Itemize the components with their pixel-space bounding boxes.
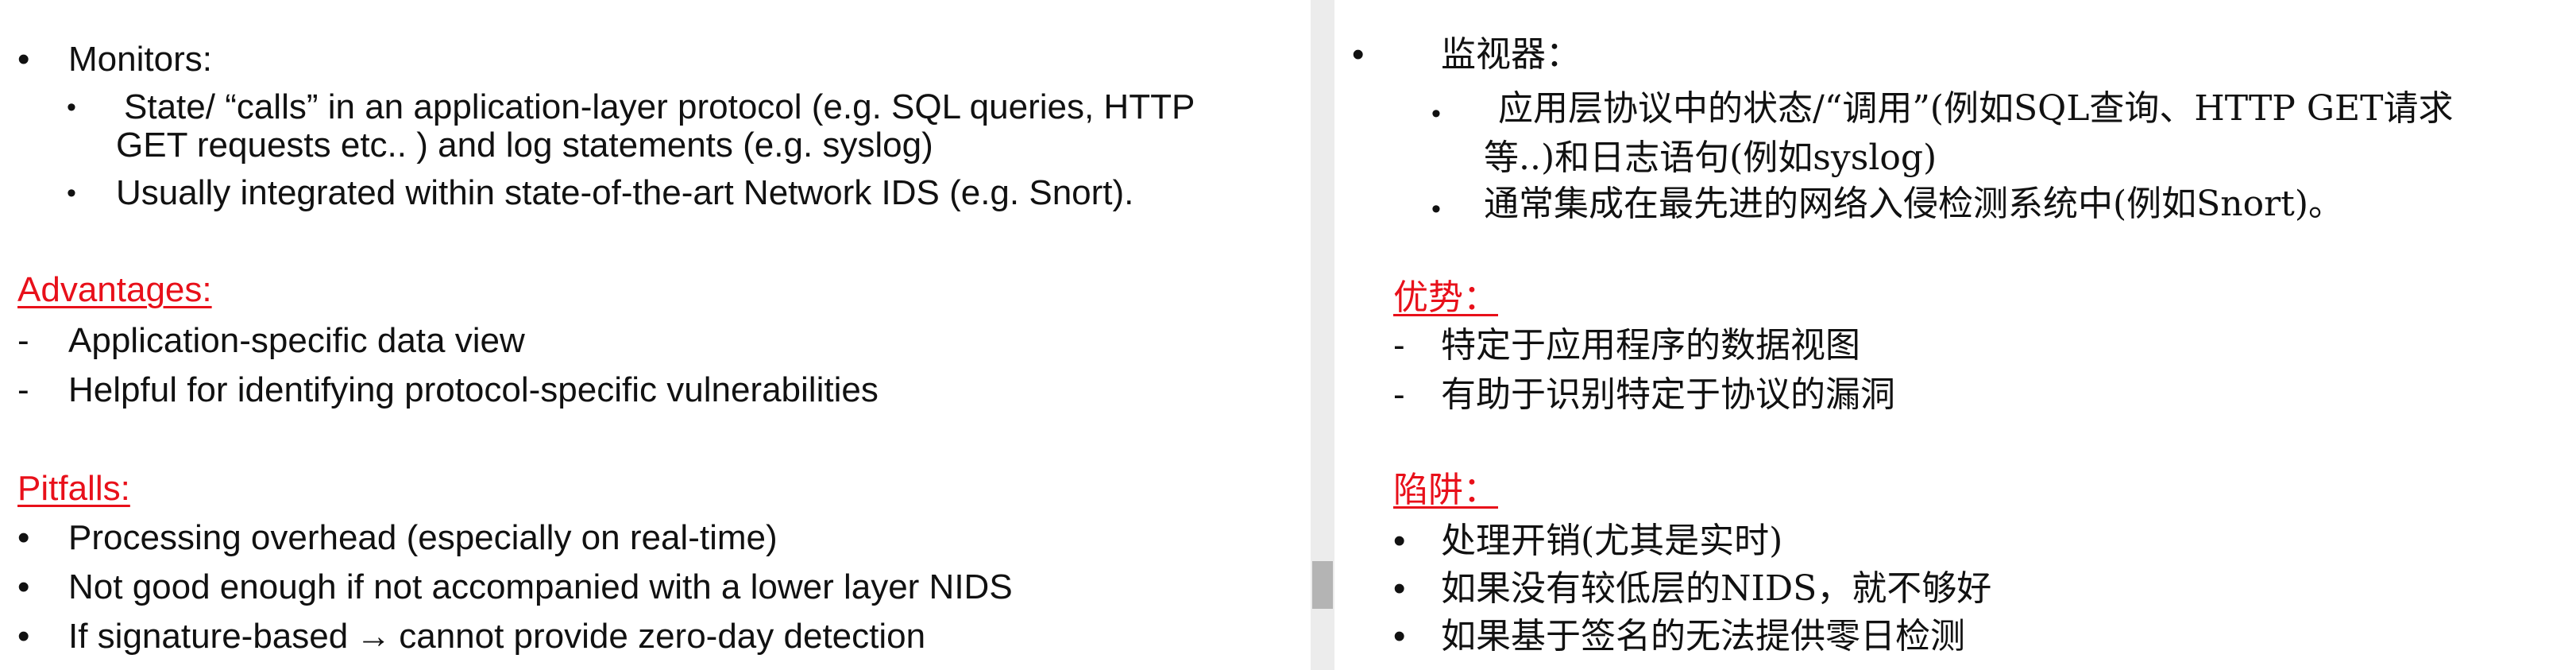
pitfall-item: 如果没有较低层的NIDS，就不够好	[1441, 568, 1992, 609]
sub-item-integrated: Usually integrated within state-of-the-a…	[116, 173, 1134, 212]
sub-item-state-calls-line1: 应用层协议中的状态/“调用”(例如SQL查询、HTTP GET请求	[1498, 88, 2454, 129]
right-arrow-icon: →	[356, 617, 392, 656]
pitfall-item: 处理开销(尤其是实时)	[1441, 521, 1783, 561]
bullet-marker: •	[17, 518, 30, 557]
pitfall-item: Not good enough if not accompanied with …	[68, 567, 1013, 606]
pitfalls-heading: 陷阱：	[1393, 470, 1498, 510]
advantages-heading: Advantages:	[17, 270, 212, 309]
sub-bullet-marker: •	[67, 92, 76, 122]
sub-item-state-calls-line2: GET requests etc.. ) and log statements …	[116, 126, 933, 165]
bullet-marker: •	[1393, 569, 1406, 608]
pitfall-item: Processing overhead (especially on real-…	[68, 518, 778, 557]
monitors-label: Monitors:	[68, 40, 212, 79]
dash-marker: -	[17, 370, 29, 409]
monitors-label: 监视器：	[1441, 34, 1581, 75]
bullet-marker: •	[1393, 617, 1406, 656]
dash-marker: -	[1393, 326, 1405, 365]
sub-bullet-marker: •	[1431, 99, 1441, 129]
bullet-marker: •	[17, 40, 30, 79]
bullet-marker: •	[17, 567, 30, 606]
sub-item-state-calls-line2: 等..)和日志语句(例如syslog)	[1484, 137, 1937, 178]
sub-bullet-marker: •	[67, 178, 76, 208]
sub-item-state-calls-line1: State/ “calls” in an application-layer p…	[124, 87, 1195, 126]
dash-marker: -	[17, 321, 29, 360]
pitfalls-heading: Pitfalls:	[17, 469, 130, 508]
advantage-item: Helpful for identifying protocol-specifi…	[68, 370, 879, 409]
scrollbar-thumb[interactable]	[1312, 561, 1333, 609]
advantage-item: 有助于识别特定于协议的漏洞	[1441, 374, 1895, 415]
english-pane: • Monitors: • State/ “calls” in an appli…	[0, 0, 1311, 670]
bullet-marker: •	[1393, 521, 1406, 560]
pitfall-item: If signature-based → cannot provide zero-d…	[68, 617, 925, 656]
chinese-pane: • 监视器： • 应用层协议中的状态/“调用”(例如SQL查询、HTTP GET…	[1334, 0, 2576, 670]
advantage-item: 特定于应用程序的数据视图	[1441, 325, 1860, 366]
pitfall-item: 如果基于签名的无法提供零日检测	[1441, 616, 1965, 656]
pitfall-text-part: If signature-based	[68, 617, 349, 656]
sub-bullet-marker: •	[1431, 194, 1441, 224]
dash-marker: -	[1393, 375, 1405, 414]
advantages-heading: 优势：	[1393, 277, 1498, 318]
pitfall-text-part: cannot provide zero-day detection	[399, 617, 926, 656]
advantage-item: Application-specific data view	[68, 321, 525, 360]
sub-item-integrated: 通常集成在最先进的网络入侵检测系统中(例如Snort)。	[1484, 184, 2344, 224]
bullet-marker: •	[1352, 35, 1365, 74]
bullet-marker: •	[17, 617, 30, 656]
